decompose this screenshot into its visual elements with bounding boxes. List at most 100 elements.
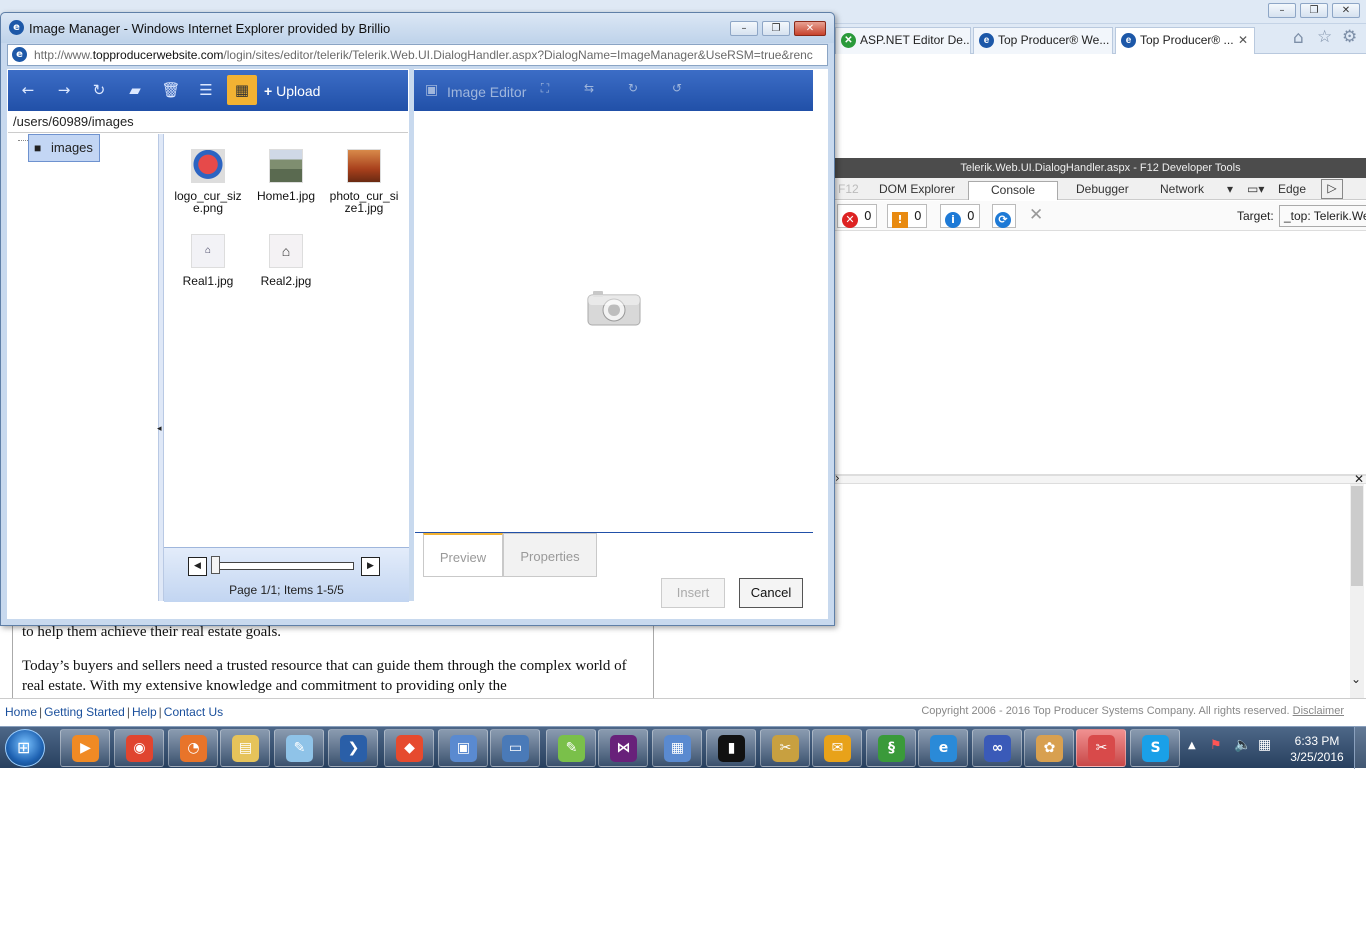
- popup-url: http://www.topproducerwebsite.com/login/…: [34, 48, 813, 62]
- tab-f12[interactable]: F12: [838, 181, 859, 200]
- tab-properties[interactable]: Properties: [503, 533, 597, 577]
- browser-tab-1[interactable]: ✕ ASP.NET Editor De...: [835, 27, 971, 54]
- cancel-button[interactable]: Cancel: [739, 578, 803, 608]
- file-item[interactable]: photo_cur_si ze1.jpg: [325, 149, 403, 214]
- delete-icon[interactable]: 🗑: [156, 75, 186, 105]
- console-splitter[interactable]: › ✕: [835, 471, 1366, 486]
- network-icon[interactable]: ▦: [1258, 737, 1271, 753]
- taskbar-app-photos[interactable]: ▭: [490, 729, 540, 767]
- tab-dom-explorer[interactable]: DOM Explorer: [879, 181, 955, 200]
- taskbar-app-powershell[interactable]: ❯: [328, 729, 378, 767]
- taskbar-app-chrome[interactable]: ◉: [114, 729, 164, 767]
- taskbar-clock[interactable]: 6:33 PM 3/25/2016: [1285, 733, 1349, 765]
- forward-icon[interactable]: →: [49, 75, 79, 105]
- thumbnail-view-icon[interactable]: ▦: [227, 75, 257, 105]
- file-item[interactable]: ⌂ Real1.jpg: [169, 234, 247, 287]
- browser-tab-3[interactable]: e Top Producer® ... ✕: [1115, 27, 1255, 54]
- pager-slider-handle[interactable]: [211, 556, 220, 574]
- file-item[interactable]: logo_cur_siz e.png: [169, 149, 247, 214]
- taskbar-app-internet-explorer[interactable]: e: [918, 729, 968, 767]
- show-desktop-button[interactable]: [1354, 727, 1366, 769]
- popup-close-button[interactable]: ✕: [794, 21, 826, 36]
- action-center-icon[interactable]: ⚑: [1210, 738, 1222, 753]
- disclaimer-link[interactable]: Disclaimer: [1293, 705, 1344, 717]
- restore-button[interactable]: ❐: [1300, 3, 1328, 18]
- taskbar-app-remote-desktop[interactable]: ▦: [652, 729, 702, 767]
- scrollbar-thumb[interactable]: [1351, 486, 1363, 586]
- zoom-in-icon[interactable]: ↻: [624, 79, 642, 97]
- chevron-down-icon[interactable]: ⌄: [1351, 672, 1361, 686]
- error-icon: ✕: [842, 212, 858, 228]
- errors-filter[interactable]: ✕ 0: [837, 204, 877, 228]
- taskbar-app-git[interactable]: ◆: [384, 729, 434, 767]
- pager-slider-track[interactable]: [212, 562, 354, 570]
- image-editor-title[interactable]: Image Editor: [447, 84, 526, 100]
- back-icon[interactable]: ←: [13, 75, 43, 105]
- taskbar-app-tools[interactable]: ✂: [760, 729, 810, 767]
- close-button[interactable]: ✕: [1332, 3, 1360, 18]
- start-button[interactable]: ⊞: [5, 729, 45, 767]
- taskbar-app-notepad[interactable]: ✎: [274, 729, 324, 767]
- favorites-star-icon[interactable]: ☆: [1317, 27, 1332, 47]
- console-toggle-icon[interactable]: ▷: [1321, 179, 1343, 199]
- document-mode[interactable]: Edge: [1278, 181, 1306, 200]
- console-scrollbar[interactable]: ⌄: [1350, 484, 1364, 698]
- pager: ◀ ▶ Page 1/1; Items 1-5/5: [164, 547, 409, 602]
- popup-restore-button[interactable]: ❐: [762, 21, 790, 36]
- taskbar-app-cmd[interactable]: ▮: [706, 729, 756, 767]
- close-tab-icon[interactable]: ✕: [1238, 28, 1248, 53]
- volume-icon[interactable]: 🔈: [1234, 737, 1251, 753]
- file-item[interactable]: ⌂ Real2.jpg: [247, 234, 325, 287]
- target-select[interactable]: _top: Telerik.We: [1279, 205, 1366, 227]
- taskbar-app-snipping-tool[interactable]: ✂: [1076, 729, 1126, 767]
- console-toolbar: ✕ 0 ! 0 i0 ⟳ ✕ Target: _top: Telerik.We: [835, 201, 1366, 231]
- footer-link-getting-started[interactable]: Getting Started: [44, 705, 125, 719]
- taskbar-app-paint[interactable]: ✿: [1024, 729, 1074, 767]
- file-item[interactable]: Home1.jpg: [247, 149, 325, 202]
- footer-link-contact-us[interactable]: Contact Us: [164, 705, 223, 719]
- zoom-out-icon[interactable]: ↺: [668, 79, 686, 97]
- taskbar-app-firefox[interactable]: ◔: [168, 729, 218, 767]
- show-hidden-icons-icon[interactable]: ▲: [1188, 740, 1196, 751]
- info-filter[interactable]: i0: [940, 204, 980, 228]
- taskbar-app-link[interactable]: §: [866, 729, 916, 767]
- actual-size-icon[interactable]: ⇆: [580, 79, 598, 97]
- previous-page-button[interactable]: ◀: [188, 557, 207, 576]
- browser-tab-2[interactable]: e Top Producer® We...: [973, 27, 1113, 54]
- cmd-icon: ▮: [718, 735, 745, 762]
- emulation-icon[interactable]: ▭▾: [1247, 181, 1264, 200]
- tab-preview[interactable]: Preview: [423, 533, 503, 577]
- popup-minimize-button[interactable]: –: [730, 21, 758, 36]
- upload-button[interactable]: + Upload: [264, 83, 320, 99]
- taskbar-app-infinity[interactable]: ∞: [972, 729, 1022, 767]
- minimize-button[interactable]: –: [1268, 3, 1296, 18]
- warnings-filter[interactable]: ! 0: [887, 204, 927, 228]
- refresh-icon[interactable]: ↻: [84, 75, 114, 105]
- tree-node-images[interactable]: ■ images: [28, 134, 100, 162]
- tab-console[interactable]: Console: [968, 181, 1059, 200]
- more-tools-icon[interactable]: ▾: [1227, 181, 1233, 200]
- clear-console-icon[interactable]: ✕: [1029, 205, 1043, 225]
- insert-button[interactable]: Insert: [661, 578, 725, 608]
- footer-link-home[interactable]: Home: [5, 705, 37, 719]
- home-icon[interactable]: ⌂: [1293, 28, 1304, 48]
- taskbar-app-skype[interactable]: S: [1130, 729, 1180, 767]
- tab-network[interactable]: Network: [1160, 181, 1204, 200]
- next-page-button[interactable]: ▶: [361, 557, 380, 576]
- taskbar-app-visual-studio[interactable]: ⋈: [598, 729, 648, 767]
- new-folder-icon[interactable]: ▰: [120, 75, 150, 105]
- list-view-icon[interactable]: ☰: [191, 75, 221, 105]
- taskbar-app-explorer[interactable]: ▤: [220, 729, 270, 767]
- best-fit-icon[interactable]: ⛶: [536, 79, 554, 97]
- taskbar-app-media-player[interactable]: ▶: [60, 729, 110, 767]
- taskbar-app-network[interactable]: ▣: [438, 729, 488, 767]
- gear-icon[interactable]: ⚙: [1342, 27, 1357, 47]
- clear-on-navigate-icon[interactable]: ⟳: [992, 204, 1016, 228]
- popup-address-bar[interactable]: e http://www.topproducerwebsite.com/logi…: [7, 44, 828, 66]
- taskbar-app-notepad-plus[interactable]: ✎: [546, 729, 596, 767]
- taskbar-app-outlook[interactable]: ✉: [812, 729, 862, 767]
- chevron-right-icon[interactable]: ›: [835, 471, 840, 485]
- collapse-arrow-icon[interactable]: ◂: [157, 424, 162, 434]
- footer-link-help[interactable]: Help: [132, 705, 157, 719]
- tab-debugger[interactable]: Debugger: [1076, 181, 1129, 200]
